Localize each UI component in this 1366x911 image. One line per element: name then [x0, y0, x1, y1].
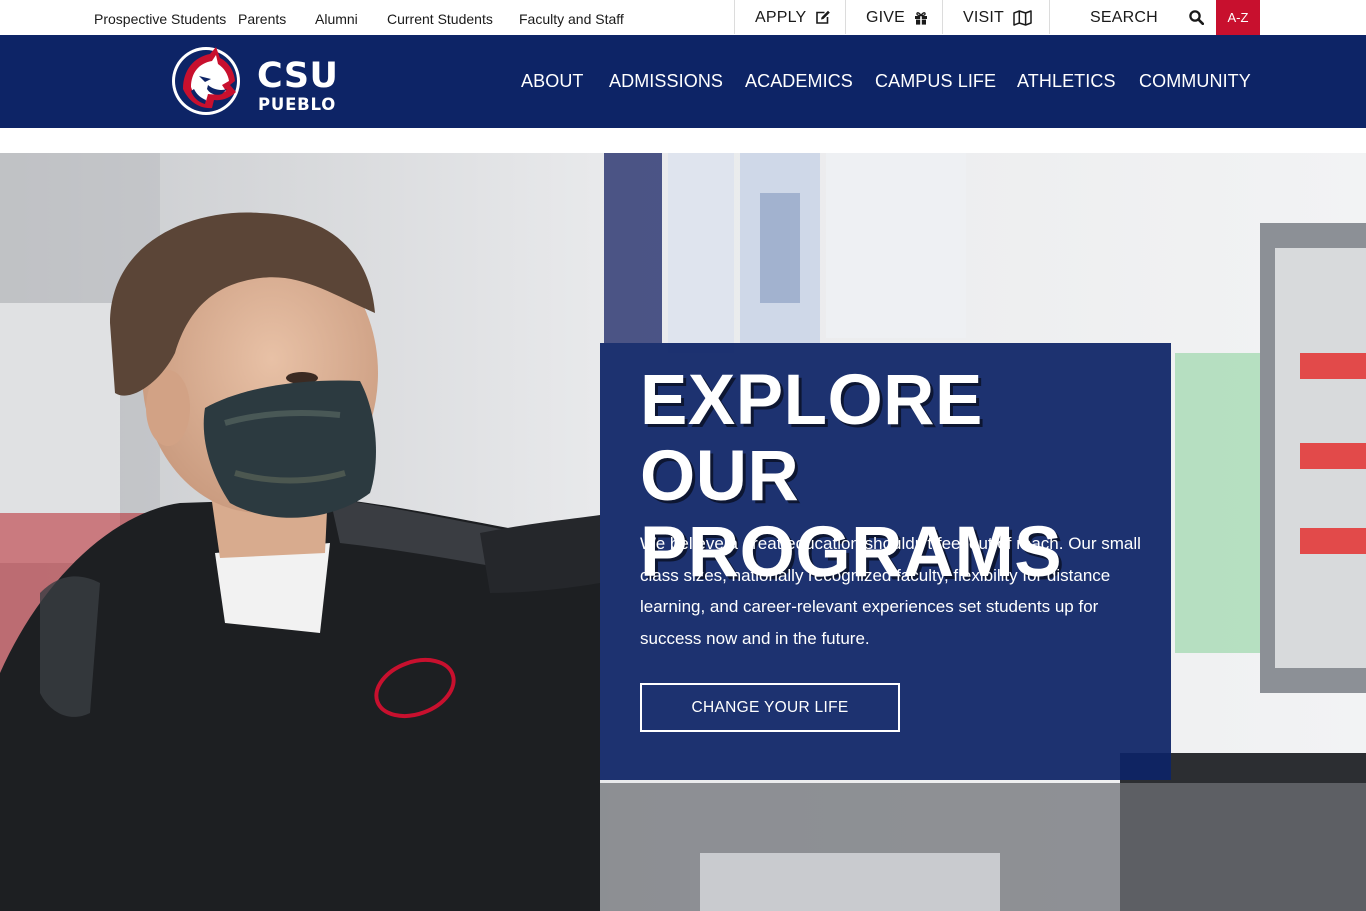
main-navigation: CSU PUEBLO ABOUT ADMISSIONS ACADEMICS CA…	[0, 35, 1366, 128]
hero-banner: EXPLORE OUR PROGRAMS We believe a great …	[0, 153, 1366, 911]
logo-wordmark-pueblo: PUEBLO	[258, 95, 337, 114]
utility-bar: Prospective Students Parents Alumni Curr…	[0, 0, 1366, 35]
audience-link-alumni[interactable]: Alumni	[315, 11, 358, 27]
nav-item-academics[interactable]: ACADEMICS	[745, 71, 853, 92]
audience-link-prospective-students[interactable]: Prospective Students	[94, 11, 226, 27]
visit-label: VISIT	[963, 8, 1005, 26]
audience-link-parents[interactable]: Parents	[238, 11, 286, 27]
audience-link-faculty-staff[interactable]: Faculty and Staff	[519, 11, 624, 27]
search-label: SEARCH	[1090, 8, 1158, 26]
nav-item-community[interactable]: COMMUNITY	[1139, 71, 1251, 92]
change-your-life-button[interactable]: CHANGE YOUR LIFE	[640, 683, 900, 732]
nav-item-campus-life[interactable]: CAMPUS LIFE	[875, 71, 996, 92]
a-z-index-button[interactable]: A-Z	[1216, 0, 1260, 35]
divider	[942, 0, 943, 34]
hero-body-text: We believe a great education shouldn't f…	[640, 534, 1141, 648]
nav-item-admissions[interactable]: ADMISSIONS	[609, 71, 723, 92]
hero-card: EXPLORE OUR PROGRAMS We believe a great …	[600, 343, 1171, 780]
logo-wordmark-csu: CSU	[257, 56, 339, 96]
map-icon	[1013, 9, 1032, 26]
search-button[interactable]: SEARCH	[1090, 0, 1204, 35]
edit-icon	[815, 10, 831, 25]
give-label: GIVE	[866, 8, 906, 26]
search-icon	[1189, 10, 1204, 25]
divider	[845, 0, 846, 34]
thunderwolf-mascot-icon	[170, 45, 242, 122]
gift-icon	[914, 11, 928, 25]
nav-item-athletics[interactable]: ATHLETICS	[1017, 71, 1116, 92]
visit-button[interactable]: VISIT	[963, 0, 1032, 35]
audience-link-current-students[interactable]: Current Students	[387, 11, 493, 27]
divider	[1049, 0, 1050, 34]
give-button[interactable]: GIVE	[866, 0, 928, 35]
apply-label: APPLY	[755, 8, 807, 26]
apply-button[interactable]: APPLY	[755, 0, 831, 35]
csu-pueblo-logo[interactable]: CSU PUEBLO	[170, 44, 342, 120]
divider	[734, 0, 735, 34]
nav-item-about[interactable]: ABOUT	[521, 71, 584, 92]
